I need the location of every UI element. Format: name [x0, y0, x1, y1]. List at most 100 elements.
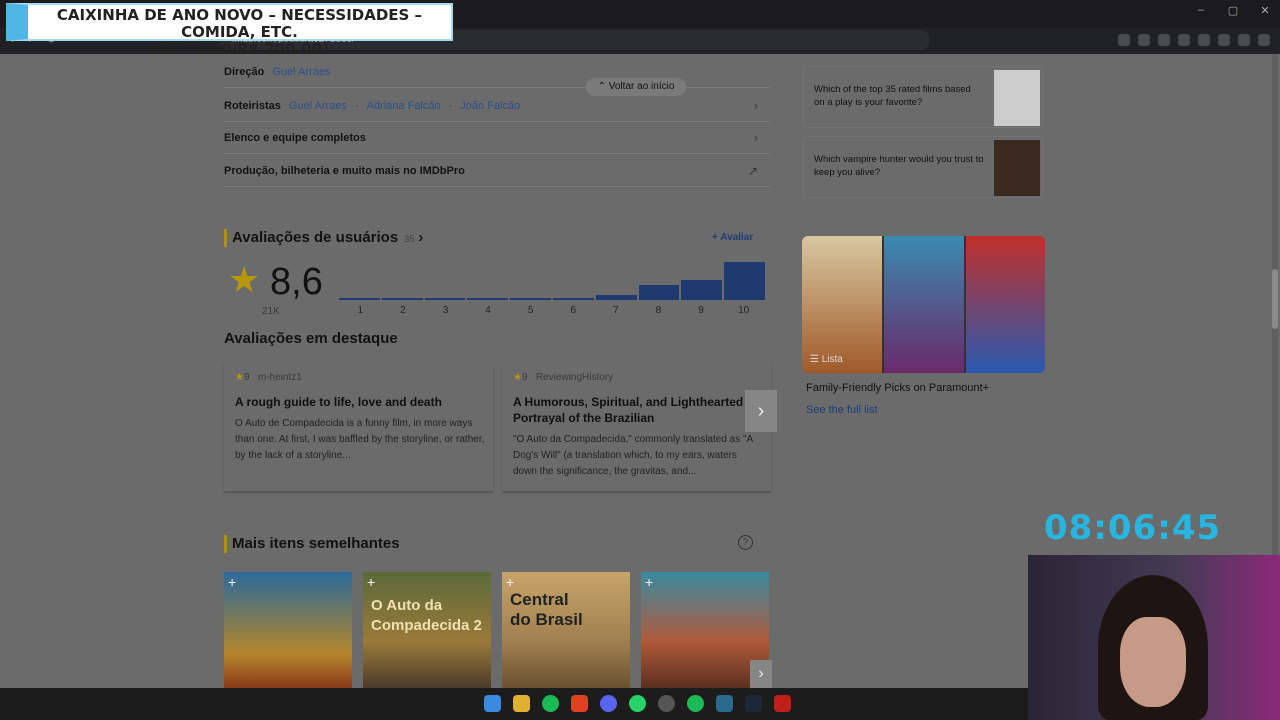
review-score: 9 [243, 372, 250, 383]
wallet-icon[interactable] [1238, 34, 1250, 46]
review-body: O Auto de Compadecida is a funny film, i… [235, 418, 485, 461]
rate-label: Avaliar [720, 232, 754, 243]
obs-icon[interactable] [658, 695, 675, 712]
list-card[interactable]: ☰ Lista [802, 236, 1045, 373]
brave-icon[interactable] [571, 695, 588, 712]
rate-button[interactable]: + Avaliar [712, 232, 753, 243]
histogram-bar [467, 298, 509, 300]
poster-card[interactable]: + O Auto da Compadecida 2 [363, 572, 491, 688]
extension-icon[interactable] [1158, 34, 1170, 46]
credit-row-writers[interactable]: Roteiristas Guel Arraes · Adriana Falcão… [224, 90, 770, 122]
user-reviews-title: Avaliações de usuários [232, 229, 399, 246]
histogram-label: 5 [527, 305, 534, 316]
window-controls: – ▢ ✕ [1194, 4, 1272, 17]
histogram-label: 3 [442, 305, 449, 316]
extension-icon[interactable] [1198, 34, 1210, 46]
poll-card[interactable]: Which vampire hunter would you trust to … [803, 136, 1043, 198]
face [1120, 617, 1186, 707]
help-icon[interactable]: ? [738, 535, 753, 550]
list-tag-label: Lista [821, 354, 843, 365]
maximize-icon[interactable]: ▢ [1226, 4, 1240, 17]
back-to-top-label: Voltar ao início [608, 81, 675, 92]
shield-icon[interactable] [774, 695, 791, 712]
extension-icon[interactable] [1138, 34, 1150, 46]
windows-start-icon[interactable] [484, 695, 501, 712]
extension-icon[interactable] [1118, 34, 1130, 46]
review-headline[interactable]: A Humorous, Spiritual, and Lighthearted … [513, 394, 763, 426]
scrollbar-thumb[interactable] [1272, 269, 1278, 329]
list-tag: ☰ Lista [810, 354, 843, 365]
star-icon: ★ [235, 372, 244, 383]
poster-title: Central do Brasil [510, 590, 583, 629]
review-rating: ★9 m-heintz1 [235, 372, 302, 383]
histogram-label: 8 [655, 305, 662, 316]
menu-icon[interactable] [1258, 34, 1270, 46]
user-reviews-heading[interactable]: Avaliações de usuários 35 › [232, 229, 423, 246]
histogram-label: 9 [698, 305, 704, 316]
credit-row-imdbpro[interactable]: Produção, bilheteria e muito mais no IMD… [224, 155, 770, 187]
add-to-watchlist-icon[interactable]: + [228, 574, 236, 590]
writer-link[interactable]: Guel Arraes [289, 100, 347, 112]
review-card[interactable]: ★9 ReviewingHistory A Humorous, Spiritua… [502, 364, 771, 492]
chevron-up-icon: ⌃ [597, 81, 609, 92]
credit-row-cast[interactable]: Elenco e equipe completos › [224, 122, 770, 154]
credit-label: Roteiristas [224, 99, 281, 112]
sidebar-icon[interactable] [1218, 34, 1230, 46]
add-to-watchlist-icon[interactable]: + [367, 574, 375, 590]
spotify-icon[interactable] [542, 695, 559, 712]
histogram-bar [381, 298, 423, 300]
add-to-watchlist-icon[interactable]: + [645, 574, 653, 590]
histogram-bar [595, 295, 637, 300]
banner-line-1: CAIXINHA DE ANO NOVO – NECESSIDADES – CO… [56, 6, 423, 41]
webcam-feed [1028, 555, 1280, 720]
file-explorer-icon[interactable] [513, 695, 530, 712]
histogram-bar [339, 298, 380, 300]
poll-thumbnail [994, 70, 1040, 126]
carousel-next-button[interactable]: › [750, 660, 772, 688]
see-full-list-link[interactable]: See the full list [806, 404, 878, 416]
add-to-watchlist-icon[interactable]: + [506, 574, 514, 590]
plus-icon: + [712, 232, 721, 243]
extension-icon[interactable] [1178, 34, 1190, 46]
similar-title: Mais itens semelhantes [232, 535, 400, 552]
external-link-icon: ↗ [747, 163, 758, 178]
back-to-top-button[interactable]: ⌃ Voltar ao início [586, 78, 686, 96]
review-headline[interactable]: A rough guide to life, love and death [235, 394, 485, 410]
review-card[interactable]: ★9 m-heintz1 A rough guide to life, love… [224, 364, 493, 492]
list-poster [802, 236, 882, 373]
poll-thumbnail [994, 140, 1040, 196]
poll-question: Which of the top 35 rated films based on… [814, 84, 971, 108]
stream-clock: 08:06:45 [1044, 508, 1222, 548]
director-link[interactable]: Guel Arraes [272, 66, 330, 78]
minimize-icon[interactable]: – [1194, 4, 1208, 17]
poster-card[interactable]: + Central do Brasil [502, 572, 630, 688]
poll-card[interactable]: Which of the top 35 rated films based on… [803, 66, 1043, 128]
list-poster [966, 236, 1045, 373]
writer-link[interactable]: João Falcão [460, 100, 520, 112]
spotify-icon[interactable] [687, 695, 704, 712]
poster-card[interactable]: + [224, 572, 352, 688]
vote-count: 21K [262, 306, 280, 317]
taskbar [0, 688, 1028, 720]
histogram-bar [552, 298, 594, 300]
discord-icon[interactable] [600, 695, 617, 712]
notepad-icon[interactable] [716, 695, 733, 712]
histogram-labels: 1 2 3 4 5 6 7 8 9 10 [339, 305, 765, 316]
histogram-bar [681, 280, 723, 300]
star-icon: ★ [513, 372, 522, 383]
whatsapp-icon[interactable] [629, 695, 646, 712]
review-body: "O Auto da Compadecida," commonly transl… [513, 434, 753, 477]
histogram-label: 7 [613, 305, 619, 316]
steam-icon[interactable] [745, 695, 762, 712]
credit-row-direction[interactable]: Direção Guel Arraes [224, 56, 770, 88]
section-accent [224, 535, 227, 553]
list-caption[interactable]: Family-Friendly Picks on Paramount+ [806, 382, 989, 394]
poll-question: Which vampire hunter would you trust to … [814, 154, 984, 178]
separator: · [448, 99, 453, 112]
carousel-next-button[interactable]: › [745, 390, 777, 432]
close-icon[interactable]: ✕ [1258, 4, 1272, 17]
credit-label: Direção [224, 65, 265, 78]
credit-label: Produção, bilheteria e muito mais no IMD… [224, 164, 465, 177]
writer-link[interactable]: Adriana Falcão [367, 100, 441, 112]
histogram-label: 10 [738, 305, 750, 316]
